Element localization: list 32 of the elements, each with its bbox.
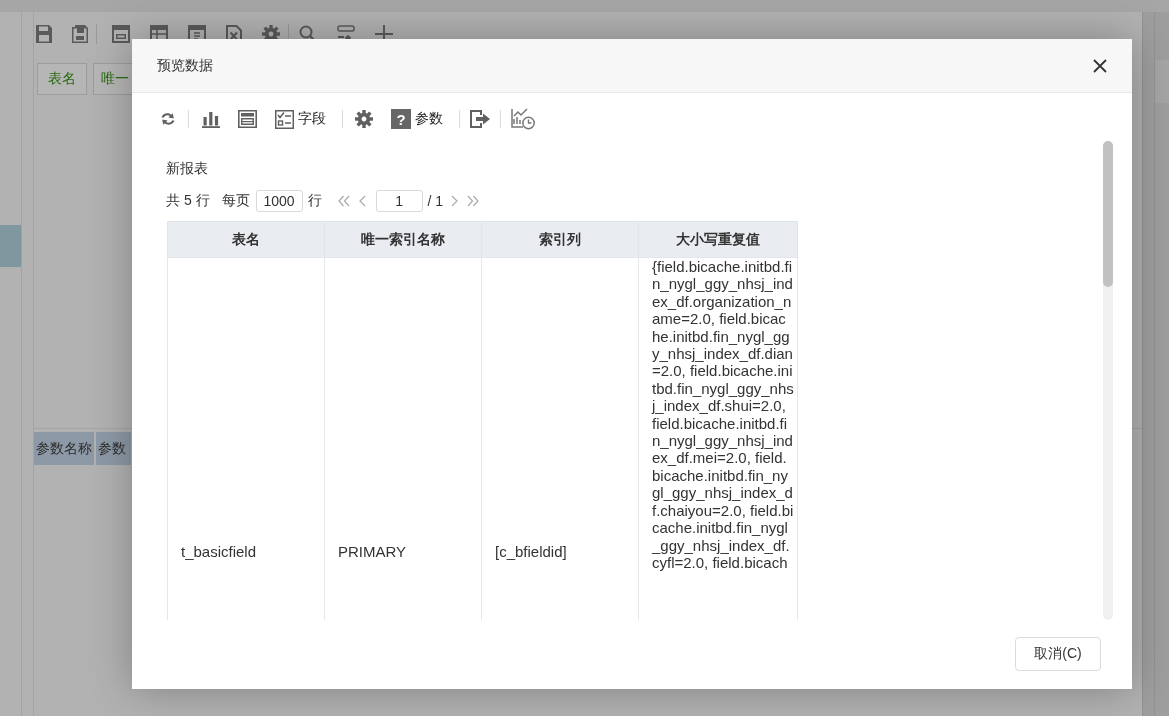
column-header: 大小写重复值 [638, 221, 798, 258]
row-count-text: 共 5 行 [166, 192, 210, 210]
table-cell: t_basicfield [167, 257, 325, 620]
page-count-text: / 1 [427, 193, 444, 209]
column-header: 索引列 [481, 221, 639, 258]
parameter-column-header: 参数名称 [34, 432, 94, 465]
parameter-column-header: 参数 [96, 432, 131, 465]
bar-chart-icon[interactable] [202, 110, 220, 128]
page-size-field[interactable]: 1000 [255, 190, 303, 212]
help-icon: ? [391, 109, 411, 129]
save-icon[interactable] [36, 24, 52, 43]
dialog-title: 预览数据 [157, 56, 213, 75]
close-icon[interactable] [1093, 58, 1107, 73]
page-number-field[interactable]: 1 [375, 190, 423, 212]
rows-unit-label: 行 [307, 192, 322, 210]
save-as-icon[interactable] [72, 24, 88, 43]
column-header: 表名 [167, 221, 325, 258]
gear-icon[interactable] [355, 110, 373, 128]
chart-clock-icon[interactable] [511, 108, 535, 130]
refresh-icon[interactable] [160, 111, 176, 127]
checklist-icon [275, 109, 294, 129]
fields-button[interactable]: 字段 [275, 109, 326, 129]
scrollbar-thumb[interactable] [1103, 141, 1113, 287]
exit-icon[interactable] [470, 110, 491, 128]
window-icon[interactable] [112, 24, 130, 43]
parameters-button[interactable]: ? 参数 [391, 109, 443, 129]
scrollbar-track[interactable] [1103, 141, 1113, 620]
layout-icon[interactable] [238, 110, 257, 128]
cancel-button[interactable]: 取消(C) [1015, 637, 1101, 671]
column-header: 唯一索引名称 [324, 221, 482, 258]
page-size-label: 每页 [221, 192, 250, 210]
report-title: 新报表 [166, 160, 209, 176]
